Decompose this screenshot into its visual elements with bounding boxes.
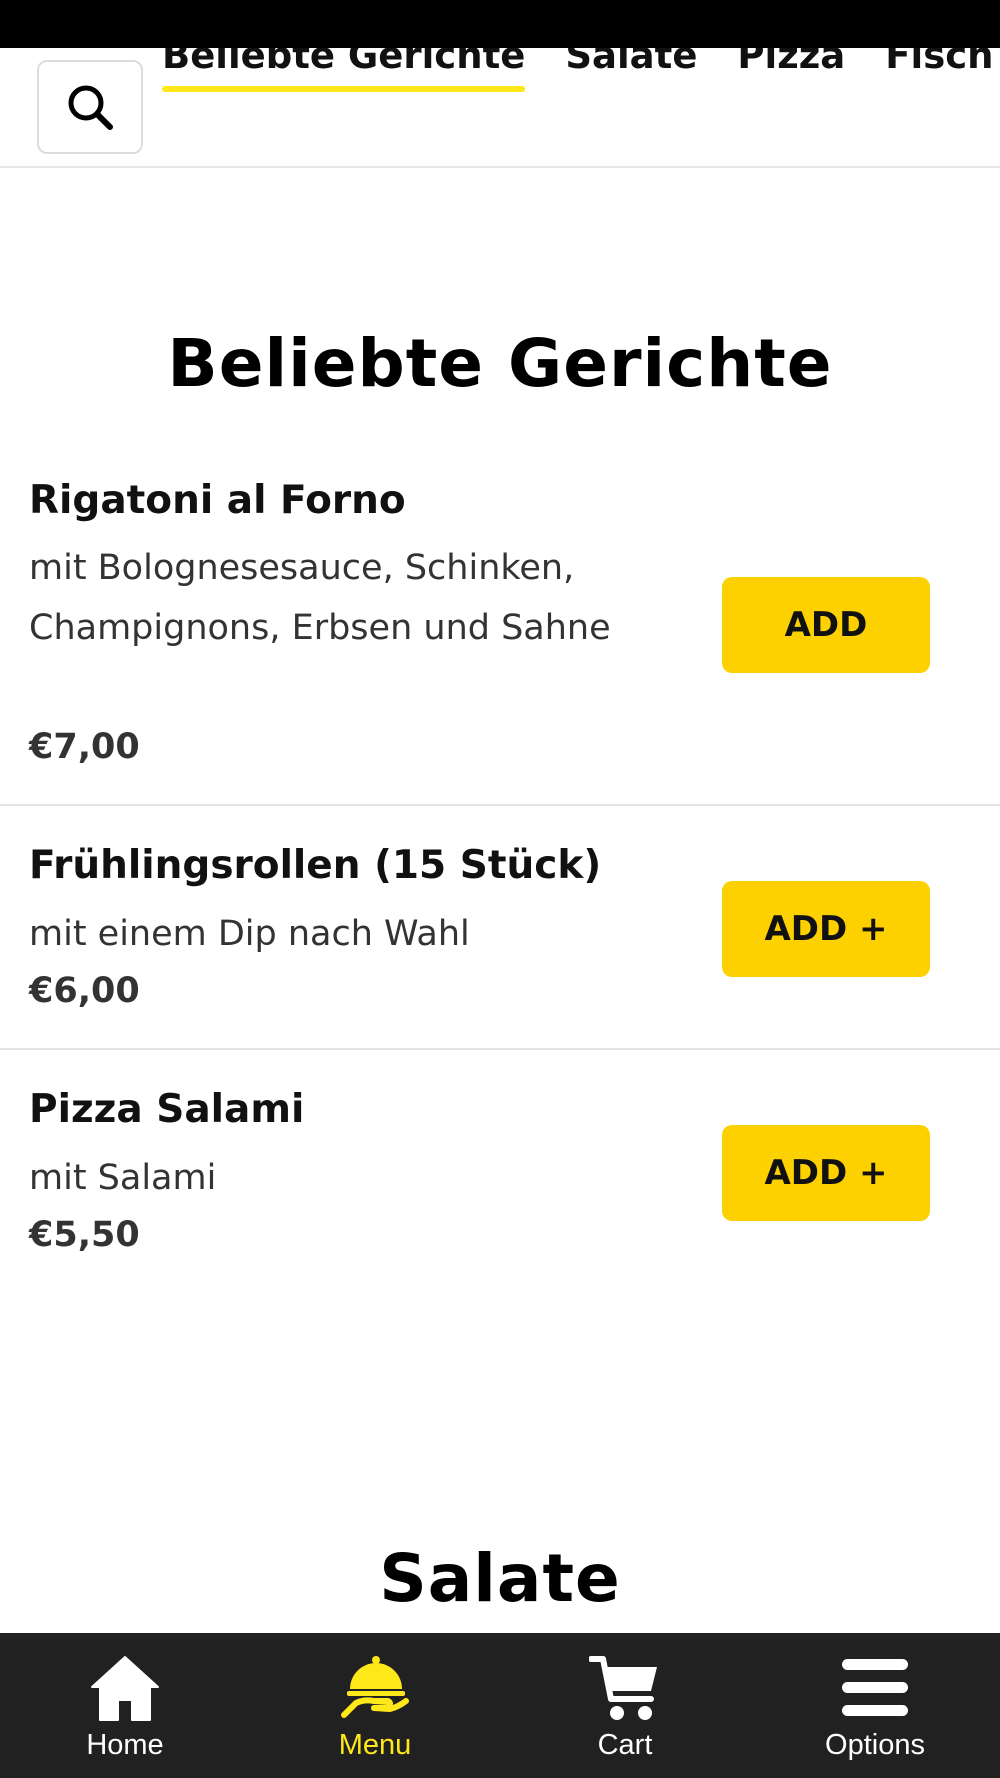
nav-cart[interactable]: Cart [500,1633,750,1778]
cart-icon [586,1651,664,1725]
add-with-options-button[interactable]: ADD + [722,1125,930,1221]
category-tabs: Beliebte Gerichte Salate Pizza Fisch sp [162,48,1000,92]
add-with-options-button[interactable]: ADD + [722,881,930,977]
item-price: €6,00 [29,971,140,1011]
item-name: Rigatoni al Forno [29,478,406,523]
search-button[interactable] [37,60,143,154]
tab-salate[interactable]: Salate [565,48,697,86]
nav-label: Cart [597,1729,653,1761]
hamburger-icon [836,1651,914,1725]
home-icon [86,1651,164,1725]
category-header: Beliebte Gerichte Salate Pizza Fisch sp [0,48,1000,168]
tab-pizza[interactable]: Pizza [737,48,845,86]
menu-cloche-icon [336,1651,414,1725]
nav-label: Home [86,1729,164,1761]
item-name: Frühlingsrollen (15 Stück) [29,843,602,888]
item-description: mit einem Dip nach Wahl [29,914,470,954]
add-button[interactable]: ADD [722,577,930,673]
nav-label: Options [825,1729,925,1761]
item-name: Pizza Salami [29,1087,305,1132]
nav-menu[interactable]: Menu [250,1633,500,1778]
divider [0,1048,1000,1050]
nav-options[interactable]: Options [750,1633,1000,1778]
item-description: mit Bolognesesauce, Schinken, Champignon… [29,548,611,648]
item-description: mit Salami [29,1158,217,1198]
search-icon [68,85,113,130]
item-price: €5,50 [29,1215,140,1255]
status-bar [0,0,1000,48]
bottom-navigation: Home Menu Cart Options [0,1633,1000,1778]
nav-home[interactable]: Home [0,1633,250,1778]
divider [0,804,1000,806]
section-title: Salate [379,1540,621,1617]
section-title: Beliebte Gerichte [167,325,833,402]
item-price: €7,00 [29,727,140,767]
nav-label: Menu [338,1729,412,1761]
tab-beliebte-gerichte[interactable]: Beliebte Gerichte [162,48,526,92]
tab-fisch[interactable]: Fisch sp [885,48,1000,86]
